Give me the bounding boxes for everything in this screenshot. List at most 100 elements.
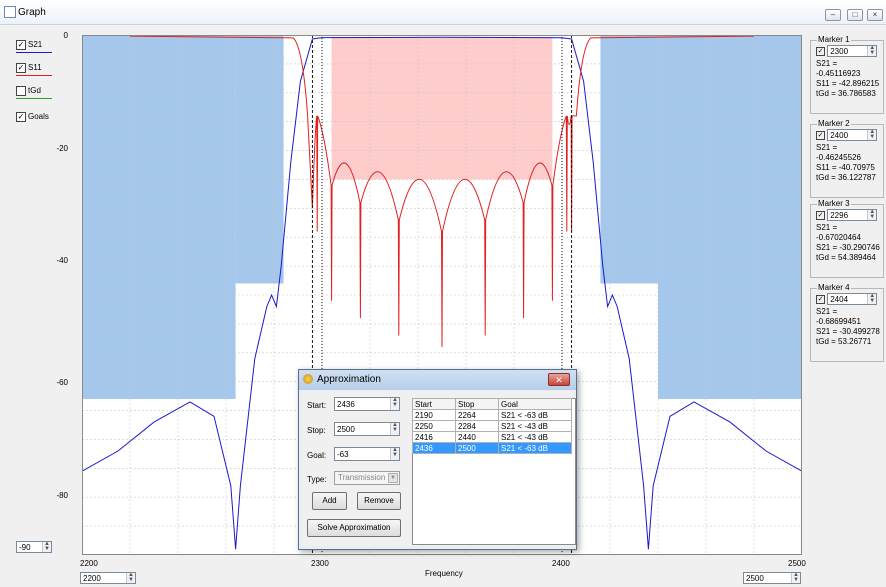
stop-label: Stop: [307,426,326,435]
x-tick-0: 2200 [80,559,98,568]
passband-goal-region [331,37,553,180]
spin-arrows-icon[interactable]: ▲ ▼ [867,45,877,56]
table-row-selected[interactable]: 2436 2500 S21 < -63 dB [412,442,572,454]
start-spinner[interactable]: 2436 ▲ ▼ [334,397,400,411]
marker-title: Marker 1 [817,35,851,45]
marker-freq-value: 2404 [830,295,849,304]
chevron-down-icon[interactable]: ▼ [388,473,398,483]
marker-freq-value: 2400 [830,131,849,140]
ymin-value: -90 [19,543,31,552]
s11-swatch [16,75,52,76]
marker-panel-2: Marker 2 ✓ 2400 ▲ ▼ S21 = -0.46245526 S11 … [810,119,884,198]
legend-tgd[interactable]: tGd [16,86,52,99]
spin-arrows-icon[interactable]: ▲ ▼ [867,209,877,220]
approximation-dialog: Approximation ✕ Start: 2436 ▲ ▼ Stop: 2500… [298,369,577,550]
dialog-title-bar[interactable]: Approximation ✕ [299,370,576,390]
legend-s11[interactable]: ✓ S11 [16,63,52,76]
stop-spinner[interactable]: 2500 ▲ ▼ [334,422,400,436]
y-tick-3: -60 [56,378,68,387]
goals-label: Goals [28,112,49,122]
spin-arrows-icon[interactable]: ▲ ▼ [126,572,135,583]
xmax-spinner[interactable]: 2500 ▲ ▼ [743,572,801,584]
remove-button[interactable]: Remove [357,492,401,510]
column-header[interactable]: Start [412,398,456,410]
table-cell: 2284 [455,420,499,432]
table-row[interactable]: 2416 2440 S21 < -43 dB [412,431,572,443]
goal-label: Goal: [307,451,327,460]
spin-arrows-icon[interactable]: ▲ ▼ [791,572,800,583]
x-axis-label: Frequency [425,569,463,578]
marker-checkbox[interactable]: ✓ [816,211,825,221]
marker-title: Marker 4 [817,283,851,293]
ymin-spinner[interactable]: -90 ▲ ▼ [16,541,52,553]
marker-line: tGd = 36.786583 [816,89,876,98]
s21-checkbox[interactable]: ✓ [16,40,26,50]
spin-arrows-icon[interactable]: ▲ ▼ [867,293,877,304]
dialog-close-icon[interactable]: ✕ [548,373,570,386]
s11-checkbox[interactable]: ✓ [16,63,26,73]
marker-line: S21 = -30.499278 [816,327,880,336]
table-cell: 2440 [455,431,499,443]
marker-panel-3: Marker 3 ✓ 2296 ▲ ▼ S21 = -0.67020464 S21 … [810,199,884,278]
table-cell: S21 < -63 dB [498,442,572,454]
legend-goals[interactable]: ✓ Goals [16,112,49,122]
tgd-checkbox[interactable] [16,86,26,96]
xmin-value: 2200 [83,574,101,583]
marker-freq-spinner[interactable]: 2296 ▲ ▼ [827,209,878,221]
legend-s21[interactable]: ✓ S21 [16,40,52,53]
spin-arrows-icon[interactable]: ▲ ▼ [390,422,399,435]
start-value: 2436 [337,400,355,409]
title-bar: Graph – □ × [0,0,886,25]
marker-line: tGd = 54.389464 [816,253,876,262]
marker-title: Marker 2 [817,119,851,129]
maximize-button[interactable]: □ [847,9,863,21]
minimize-button[interactable]: – [825,9,841,21]
s21-swatch [16,52,52,53]
table-row[interactable]: 2190 2264 S21 < -63 dB [412,409,572,421]
type-select[interactable]: Transmission ▼ [334,471,400,485]
s11-label: S11 [28,63,42,73]
x-tick-2: 2400 [552,559,570,568]
goal-region [82,35,236,399]
table-row[interactable]: 2250 2284 S21 < -43 dB [412,420,572,432]
start-label: Start: [307,401,327,410]
table-cell: S21 < -63 dB [498,409,572,421]
marker-line: S21 = -0.45116923 [816,59,861,78]
marker-freq-value: 2300 [830,47,849,56]
add-button[interactable]: Add [312,492,347,510]
table-cell: S21 < -43 dB [498,420,572,432]
marker-panel-1: Marker 1 ✓ 2300 ▲ ▼ S21 = -0.45116923 S11 … [810,35,884,114]
xmin-spinner[interactable]: 2200 ▲ ▼ [80,572,136,584]
type-label: Type: [307,475,327,484]
goal-spinner[interactable]: -63 ▲ ▼ [334,447,400,461]
marker-freq-spinner[interactable]: 2300 ▲ ▼ [827,45,878,57]
spin-arrows-icon[interactable]: ▲ ▼ [42,541,51,552]
marker-line: S11 = -42.896215 [816,79,880,88]
x-tick-3: 2500 [788,559,806,568]
marker-freq-value: 2296 [830,211,849,220]
column-header[interactable]: Stop [455,398,499,410]
column-header[interactable]: Goal [498,398,572,410]
close-icon[interactable]: × [867,9,883,21]
table-cell: 2436 [412,442,456,454]
solve-approximation-button[interactable]: Solve Approximation [307,519,401,537]
goal-value: -63 [337,450,349,459]
goal-region [235,35,284,284]
spin-arrows-icon[interactable]: ▲ ▼ [390,447,399,460]
marker-freq-spinner[interactable]: 2400 ▲ ▼ [827,129,878,141]
window-title: Graph [18,7,46,18]
tgd-label: tGd [28,86,41,96]
marker-line: S21 = -0.46245526 [816,143,861,162]
marker-checkbox[interactable]: ✓ [816,131,825,141]
marker-checkbox[interactable]: ✓ [816,47,825,57]
table-cell: S21 < -43 dB [498,431,572,443]
marker-line: tGd = 36.122787 [816,173,876,182]
spin-arrows-icon[interactable]: ▲ ▼ [390,397,399,410]
xmax-value: 2500 [746,574,764,583]
goals-checkbox[interactable]: ✓ [16,112,26,122]
dialog-app-icon [303,374,313,384]
spin-arrows-icon[interactable]: ▲ ▼ [867,129,877,140]
marker-checkbox[interactable]: ✓ [816,295,825,305]
s21-label: S21 [28,40,43,50]
marker-freq-spinner[interactable]: 2404 ▲ ▼ [827,293,878,305]
